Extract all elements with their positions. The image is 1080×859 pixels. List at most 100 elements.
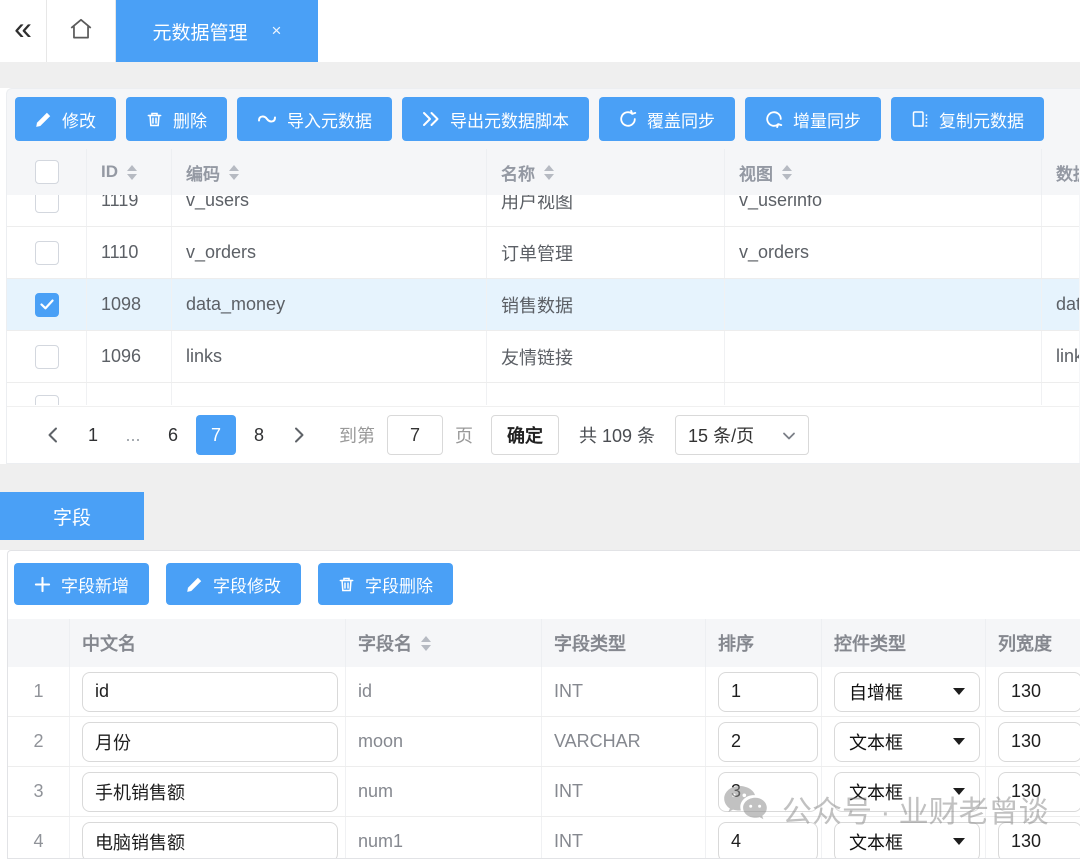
table-row-selected[interactable]: 1098 data_money 销售数据 data_money [7,279,1079,331]
column-label: 列宽度 [998,630,1052,656]
table-row[interactable]: 1119 v_users 用户视图 v_userinfo [7,195,1079,227]
col-width-input[interactable] [998,772,1080,812]
trash-icon [338,576,355,593]
button-label: 复制元数据 [939,107,1024,132]
field-row[interactable]: 3 num INT 文本框 [8,767,1080,817]
select-all-checkbox[interactable] [35,160,59,184]
page-number[interactable]: 8 [242,415,276,455]
cn-name-input[interactable] [82,722,338,762]
control-type-value: 文本框 [849,729,903,755]
table-row-clipped[interactable] [7,383,1079,405]
control-type-select[interactable]: 文本框 [834,722,980,762]
sort-icon[interactable] [127,165,137,180]
sort-icon[interactable] [421,636,431,651]
field-row[interactable]: 1 id INT 自增框 [8,667,1080,717]
collapse-sidebar-icon[interactable]: « [0,0,46,62]
next-page-button[interactable] [279,426,319,444]
cn-name-input[interactable] [82,772,338,812]
delete-field-button[interactable]: 字段删除 [318,563,453,605]
cell-field-type: INT [542,817,706,859]
tab-metadata-management[interactable]: 元数据管理 × [116,0,318,62]
column-header-code[interactable]: 编码 [172,149,487,195]
copy-metadata-button[interactable]: 复制元数据 [891,97,1044,141]
fields-toolbar: 字段新增 字段修改 字段删除 [8,551,1080,619]
divider-band [0,62,1080,88]
close-icon[interactable]: × [272,21,282,41]
page-number-active[interactable]: 7 [196,415,236,455]
cn-name-input[interactable] [82,822,338,859]
cell-field-name: num [346,767,542,816]
row-number: 2 [8,717,70,766]
cell-view [725,331,1042,382]
row-checkbox[interactable] [35,195,59,213]
row-checkbox-checked[interactable] [35,293,59,317]
field-row[interactable]: 4 num1 INT 文本框 [8,817,1080,859]
column-header-cn-name: 中文名 [70,619,346,667]
incremental-sync-button[interactable]: 增量同步 [745,97,881,141]
cell-field-type: INT [542,667,706,716]
button-label: 字段新增 [61,572,129,597]
cell-source: links [1042,331,1079,382]
control-type-value: 文本框 [849,779,903,805]
home-button[interactable] [46,0,116,62]
cell-field-name: num1 [346,817,542,859]
edit-field-button[interactable]: 字段修改 [166,563,301,605]
control-type-select[interactable]: 文本框 [834,822,980,859]
sort-input[interactable] [718,772,818,812]
sort-input[interactable] [718,822,818,859]
column-header-field-name[interactable]: 字段名 [346,619,542,667]
column-label: 数据 [1056,160,1079,185]
cn-name-input[interactable] [82,672,338,712]
cell-name: 销售数据 [487,279,725,330]
cell-id: 1119 [87,195,172,226]
row-checkbox[interactable] [35,395,59,405]
export-metadata-script-button[interactable]: 导出元数据脚本 [402,97,589,141]
cell-id: 1096 [87,331,172,382]
prev-page-button[interactable] [33,426,73,444]
cell-code: v_orders [172,227,487,278]
goto-page-input[interactable] [387,415,443,455]
edit-icon [35,111,52,128]
row-checkbox[interactable] [35,241,59,265]
tab-fields[interactable]: 字段 [0,492,144,540]
fields-table: 中文名 字段名 字段类型 排序 控件类型 列宽度 1 id INT [8,619,1080,859]
sort-icon[interactable] [544,165,554,180]
sort-input[interactable] [718,722,818,762]
sort-icon[interactable] [782,165,792,180]
column-header-control-type: 控件类型 [822,619,986,667]
page-size-select[interactable]: 15 条/页 [675,415,809,455]
page-number[interactable]: 6 [156,415,190,455]
column-header-source[interactable]: 数据 [1042,149,1079,195]
col-width-input[interactable] [998,722,1080,762]
delete-button[interactable]: 删除 [126,97,227,141]
cell-view: v_userinfo [725,195,1042,226]
caret-down-icon [953,688,965,695]
cell-code: data_money [172,279,487,330]
sort-input[interactable] [718,672,818,712]
modify-button[interactable]: 修改 [15,97,116,141]
col-width-input[interactable] [998,672,1080,712]
table-row[interactable]: 1096 links 友情链接 links [7,331,1079,383]
import-metadata-button[interactable]: 导入元数据 [237,97,392,141]
control-type-select[interactable]: 文本框 [834,772,980,812]
col-width-input[interactable] [998,822,1080,859]
row-number: 4 [8,817,70,859]
confirm-button[interactable]: 确定 [491,415,559,455]
column-label: 中文名 [82,630,136,656]
page-number[interactable]: 1 [76,415,110,455]
column-header-id[interactable]: ID [87,149,172,195]
table-row[interactable]: 1110 v_orders 订单管理 v_orders [7,227,1079,279]
button-label: 修改 [62,107,96,132]
page-unit-label: 页 [455,422,473,448]
column-header-view[interactable]: 视图 [725,149,1042,195]
add-field-button[interactable]: 字段新增 [14,563,149,605]
overwrite-sync-button[interactable]: 覆盖同步 [599,97,735,141]
sort-icon[interactable] [229,165,239,180]
metadata-table-body: 1119 v_users 用户视图 v_userinfo 1110 v_orde… [7,195,1079,406]
control-type-select[interactable]: 自增框 [834,672,980,712]
row-checkbox[interactable] [35,345,59,369]
field-row[interactable]: 2 moon VARCHAR 文本框 [8,717,1080,767]
cell-field-name: moon [346,717,542,766]
cell-source: data_money [1042,279,1079,330]
column-header-name[interactable]: 名称 [487,149,725,195]
